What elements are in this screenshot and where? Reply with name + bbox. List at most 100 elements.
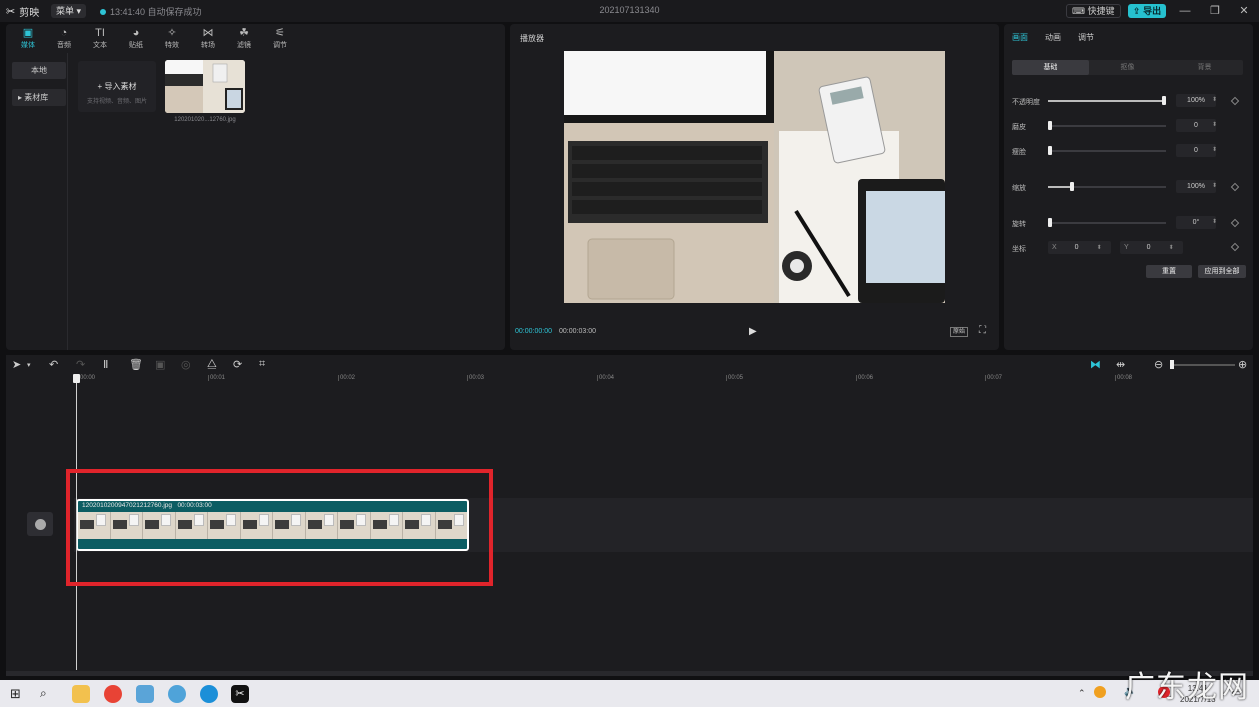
capcut-taskbar-icon[interactable]: ✂	[231, 685, 249, 703]
sidebar-item-local[interactable]: 本地	[12, 62, 66, 79]
redo-icon[interactable]: ↷	[76, 358, 85, 371]
tray-app-icon[interactable]	[1094, 686, 1106, 698]
filter-icon: ☘	[239, 26, 249, 39]
tab-label: 滤镜	[237, 41, 251, 49]
subtab-background[interactable]: 背景	[1166, 60, 1243, 75]
stepper-icon[interactable]: ⬍	[1212, 146, 1217, 153]
zoom-knob[interactable]	[1170, 360, 1174, 369]
slider-knob[interactable]	[1048, 121, 1052, 130]
link-icon[interactable]: ⇹	[1116, 358, 1125, 371]
speed-icon[interactable]: ◎	[181, 358, 191, 371]
sidebar-item-library[interactable]: ▸ 素材库	[12, 89, 66, 106]
opacity-value[interactable]: 100%	[1176, 94, 1216, 107]
stepper-icon[interactable]: ⬍	[1212, 218, 1217, 225]
reset-button[interactable]: 重置	[1146, 265, 1192, 278]
zoom-out-icon[interactable]: ⊖	[1154, 358, 1163, 371]
tab-label: 特效	[165, 41, 179, 49]
slider-knob[interactable]	[1070, 182, 1074, 191]
fullscreen-icon[interactable]: ⛶	[979, 325, 986, 336]
tab-sticker[interactable]: ◕ 贴纸	[118, 25, 154, 51]
play-icon[interactable]: ▶	[749, 326, 757, 337]
timeline-scrollbar[interactable]	[6, 671, 1253, 676]
import-label: + 导入素材	[78, 81, 156, 92]
export-button[interactable]: ⇪ 导出	[1128, 4, 1167, 18]
tab-audio[interactable]: ◔ 音频	[46, 25, 82, 51]
ruler-tick: 00:08	[1114, 375, 1133, 381]
tab-picture[interactable]: 画面	[1012, 32, 1028, 43]
ruler-tick: 00:00	[77, 375, 96, 381]
close-icon[interactable]: ✕	[1236, 3, 1252, 19]
windows-start-icon[interactable]: ⊞	[10, 686, 21, 702]
tab-text[interactable]: TI 文本	[82, 25, 118, 51]
undo-icon[interactable]: ↶	[49, 358, 58, 371]
mirror-icon[interactable]: ⧋	[207, 358, 217, 371]
app-icon[interactable]	[136, 685, 154, 703]
minimize-icon[interactable]: —	[1177, 3, 1193, 19]
split-icon[interactable]: Ⅱ	[103, 358, 108, 371]
stepper-icon[interactable]: ⬍	[1212, 96, 1217, 103]
search-icon[interactable]: ⌕	[40, 686, 47, 701]
tab-transition[interactable]: ⋈ 转场	[190, 25, 226, 51]
track-cover-button[interactable]	[27, 512, 53, 536]
tab-adjust-props[interactable]: 调节	[1078, 32, 1094, 43]
plus-icon: +	[97, 82, 103, 91]
windows-taskbar	[0, 680, 1259, 707]
snap-icon[interactable]: ⧓	[1090, 358, 1101, 371]
tab-filter[interactable]: ☘ 滤镜	[226, 25, 262, 51]
crop-icon[interactable]: ⌗	[259, 358, 265, 371]
browser-icon[interactable]	[168, 685, 186, 703]
media-toolbar: ▣ 媒体 ◔ 音频 TI 文本 ◕ 贴纸 ✧ 特效 ⋈ 转场 ☘ 滤镜 ⚟ 调节	[10, 25, 298, 51]
stepper-icon[interactable]: ⬍	[1212, 121, 1217, 128]
timeline-ruler[interactable]: 00:00 00:01 00:02 00:03 00:04 00:05 00:0…	[6, 374, 1253, 386]
text-icon: TI	[95, 26, 105, 39]
shortcut-button[interactable]: ⌨ 快捷键	[1066, 4, 1121, 18]
zoom-in-icon[interactable]: ⊕	[1238, 358, 1247, 371]
tray-chevron-icon[interactable]: ⌃	[1078, 688, 1086, 699]
opacity-slider[interactable]	[1048, 96, 1166, 105]
rotate-slider[interactable]	[1048, 218, 1166, 227]
cover-icon	[34, 518, 46, 530]
playhead-handle[interactable]	[73, 374, 80, 383]
tab-animation[interactable]: 动画	[1045, 32, 1061, 43]
tab-label: 贴纸	[129, 41, 143, 49]
smooth-value[interactable]: 0	[1176, 119, 1216, 132]
audio-icon: ◔	[60, 26, 68, 39]
x-label: X	[1052, 244, 1057, 251]
subtab-keying[interactable]: 抠像	[1089, 60, 1166, 75]
subtab-bar: 基础 抠像 背景	[1012, 60, 1243, 75]
tab-media[interactable]: ▣ 媒体	[10, 25, 46, 51]
tab-effects[interactable]: ✧ 特效	[154, 25, 190, 51]
freeze-icon[interactable]: ▣	[155, 358, 165, 371]
aspect-ratio-button[interactable]: 原始	[950, 327, 969, 337]
stepper-icon[interactable]: ⬍	[1097, 245, 1102, 251]
apply-all-button[interactable]: 应用到全部	[1198, 265, 1246, 278]
import-media-button[interactable]: + 导入素材 支持视频、音频、图片	[78, 61, 156, 112]
stepper-icon[interactable]: ⬍	[1212, 182, 1217, 189]
stepper-icon[interactable]: ⬍	[1169, 245, 1174, 251]
scale-slider[interactable]	[1048, 182, 1166, 191]
rotate-icon[interactable]: ⟳	[233, 358, 242, 371]
edge-icon[interactable]	[200, 685, 218, 703]
sticker-icon: ◕	[132, 26, 140, 39]
delete-icon[interactable]: 🗑	[129, 358, 143, 371]
media-thumbnail[interactable]	[165, 60, 245, 113]
slider-knob[interactable]	[1048, 218, 1052, 227]
maximize-icon[interactable]: ❐	[1207, 3, 1223, 19]
select-cursor-icon[interactable]: ➤	[12, 358, 21, 371]
rotate-value[interactable]: 0°	[1176, 216, 1216, 229]
slim-slider[interactable]	[1048, 146, 1166, 155]
slider-knob[interactable]	[1162, 96, 1166, 105]
zoom-slider[interactable]	[1170, 360, 1235, 369]
smooth-slider[interactable]	[1048, 121, 1166, 130]
slim-value[interactable]: 0	[1176, 144, 1216, 157]
y-field[interactable]: Y 0 ⬍	[1120, 241, 1183, 254]
chrome-icon[interactable]	[104, 685, 122, 703]
chevron-down-icon[interactable]: ▾	[27, 361, 31, 369]
slider-knob[interactable]	[1048, 146, 1052, 155]
scale-value[interactable]: 100%	[1176, 180, 1216, 193]
file-explorer-icon[interactable]	[72, 685, 90, 703]
video-preview[interactable]	[564, 51, 945, 303]
subtab-basic[interactable]: 基础	[1012, 60, 1089, 75]
x-field[interactable]: X 0 ⬍	[1048, 241, 1111, 254]
tab-adjust[interactable]: ⚟ 调节	[262, 25, 298, 51]
